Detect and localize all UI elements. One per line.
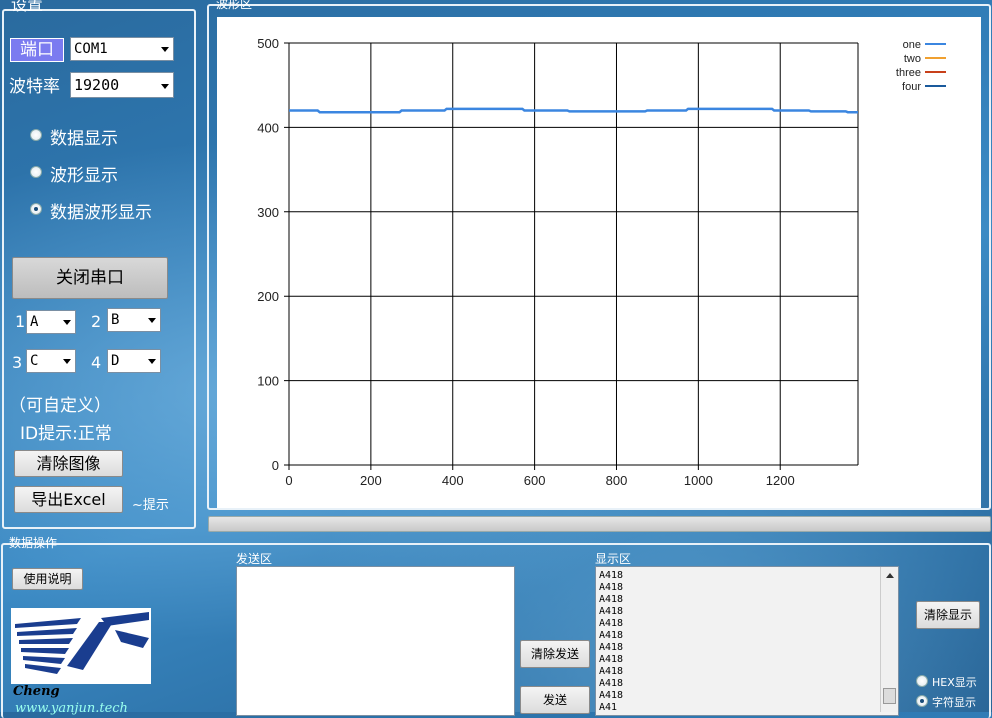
char-display-label[interactable]: 字符显示 xyxy=(932,694,976,710)
display-line: A418 xyxy=(599,570,624,581)
display-line: A418 xyxy=(599,678,624,689)
port-select[interactable]: COM1 xyxy=(70,37,174,61)
display-line: A418 xyxy=(599,654,624,665)
display-scrollbar[interactable] xyxy=(880,567,898,712)
hex-display-radio[interactable] xyxy=(916,675,928,687)
display-line: A418 xyxy=(599,606,624,617)
baud-select[interactable]: 19200 xyxy=(70,72,174,98)
y-tick-label: 400 xyxy=(257,120,279,135)
display-textarea[interactable]: A418 A418 A418 A418 A418 A418 A418 A418 A418 A418… xyxy=(595,566,899,716)
website-link[interactable]: www.yanjun.tech xyxy=(15,702,128,716)
settings-title: 设置 xyxy=(11,0,44,14)
clear-send-button[interactable]: 清除发送 xyxy=(520,640,590,668)
scroll-up-icon[interactable] xyxy=(886,573,894,578)
clear-display-button[interactable]: 清除显示 xyxy=(916,601,980,629)
send-button[interactable]: 发送 xyxy=(520,686,590,714)
mode-data-wave-radio[interactable] xyxy=(30,203,42,215)
x-tick-label: 600 xyxy=(524,473,546,488)
y-tick-label: 0 xyxy=(272,458,279,473)
display-line: A418 xyxy=(599,690,624,701)
channel-4-num: 4 xyxy=(91,353,102,372)
port-select-value: COM1 xyxy=(74,41,108,57)
hint-text: ~提示 xyxy=(132,498,169,513)
usage-button[interactable]: 使用说明 xyxy=(12,568,83,590)
legend-label: three xyxy=(896,67,921,79)
x-tick-label: 200 xyxy=(360,473,382,488)
char-display-radio[interactable] xyxy=(916,695,928,707)
channel-3-num: 3 xyxy=(12,353,23,372)
chevron-down-icon xyxy=(148,318,156,323)
clear-image-button[interactable]: 清除图像 xyxy=(14,450,123,477)
logo-caption: Cheng xyxy=(13,684,60,699)
chevron-down-icon xyxy=(161,84,169,89)
y-tick-label: 100 xyxy=(257,374,279,389)
channel-3-select[interactable]: C xyxy=(26,349,76,373)
x-tick-label: 800 xyxy=(606,473,628,488)
display-area-label: 显示区 xyxy=(595,552,632,566)
progress-bar xyxy=(208,516,991,532)
y-tick-label: 300 xyxy=(257,205,279,220)
export-excel-button[interactable]: 导出Excel xyxy=(14,486,123,513)
baud-select-value: 19200 xyxy=(74,76,120,94)
send-area-label: 发送区 xyxy=(236,552,273,566)
close-port-button[interactable]: 关闭串口 xyxy=(12,257,168,299)
x-tick-label: 1200 xyxy=(766,473,795,488)
channel-2-value: B xyxy=(111,312,120,328)
y-tick-label: 200 xyxy=(257,289,279,304)
legend-label: four xyxy=(902,81,921,93)
channel-3-value: C xyxy=(30,353,39,369)
mode-wave-radio[interactable] xyxy=(30,166,42,178)
port-label: 端口 xyxy=(10,38,64,62)
mode-data-radio[interactable] xyxy=(30,129,42,141)
customizable-note: （可自定义） xyxy=(9,396,111,416)
chevron-down-icon xyxy=(148,359,156,364)
waveform-title: 波形区 xyxy=(216,0,253,11)
display-line: A418 xyxy=(599,582,624,593)
x-tick-label: 1000 xyxy=(684,473,713,488)
logo-icon xyxy=(15,612,149,674)
display-line: A41 xyxy=(599,702,618,713)
x-tick-label: 0 xyxy=(285,473,292,488)
channel-2-num: 2 xyxy=(91,312,102,331)
y-tick-label: 500 xyxy=(257,36,279,51)
chevron-down-icon xyxy=(161,47,169,52)
x-tick-label: 400 xyxy=(442,473,464,488)
display-line: A418 xyxy=(599,666,624,677)
display-line: A418 xyxy=(599,630,624,641)
hex-display-label[interactable]: HEX显示 xyxy=(932,674,977,690)
display-line: A418 xyxy=(599,618,624,629)
baud-label: 波特率 xyxy=(9,77,60,97)
send-textarea[interactable] xyxy=(236,566,515,716)
waveform-chart: 0 200 400 600 800 1000 1200 0 100 200 300 400 500 one… xyxy=(257,36,946,488)
channel-1-num: 1 xyxy=(15,312,26,331)
legend-label: one xyxy=(903,39,921,51)
legend-label: two xyxy=(904,53,921,65)
display-line: A418 xyxy=(599,594,624,605)
channel-2-select[interactable]: B xyxy=(107,308,161,332)
chevron-down-icon xyxy=(63,359,71,364)
chevron-down-icon xyxy=(63,320,71,325)
scroll-thumb[interactable] xyxy=(883,688,896,704)
id-hint: ID提示:正常 xyxy=(20,424,112,444)
channel-4-value: D xyxy=(111,353,120,369)
chart-area: 0 200 400 600 800 1000 1200 0 100 200 300 400 500 one… xyxy=(217,17,981,508)
channel-1-select[interactable]: A xyxy=(26,310,76,334)
data-ops-title: 数据操作 xyxy=(9,536,58,550)
channel-4-select[interactable]: D xyxy=(107,349,161,373)
mode-data-wave-label[interactable]: 数据波形显示 xyxy=(50,198,152,223)
display-lines: A418 A418 A418 A418 A418 A418 A418 A418 A418 A418… xyxy=(599,570,898,714)
mode-wave-label[interactable]: 波形显示 xyxy=(50,161,118,186)
series-line-one xyxy=(289,107,858,114)
mode-data-label[interactable]: 数据显示 xyxy=(50,124,118,149)
logo xyxy=(11,608,151,684)
display-line: A418 xyxy=(599,642,624,653)
channel-1-value: A xyxy=(30,314,39,330)
